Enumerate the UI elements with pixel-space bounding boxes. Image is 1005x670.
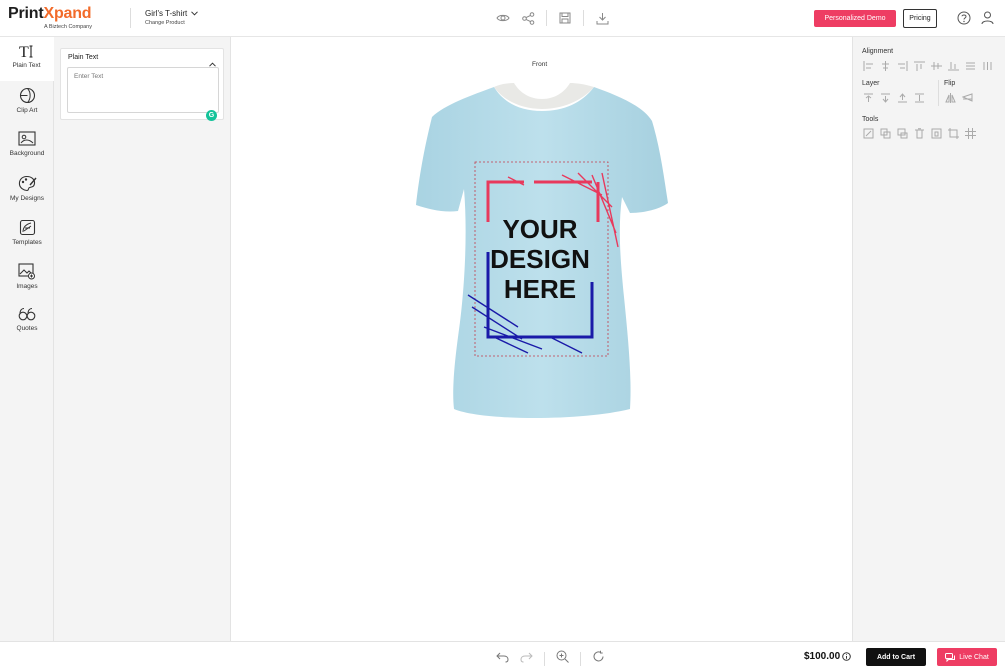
- top-bar: PrintXpand A Biztech Company Girl's T-sh…: [0, 0, 1005, 37]
- share-icon[interactable]: [521, 11, 535, 25]
- duplicate-icon[interactable]: [879, 127, 891, 139]
- tshirt-mockup[interactable]: YOUR DESIGN HERE: [232, 37, 852, 641]
- distribute-v-icon[interactable]: [981, 60, 993, 72]
- crop-icon[interactable]: [947, 127, 959, 139]
- user-icon[interactable]: [981, 11, 994, 30]
- bring-front-icon[interactable]: [862, 92, 874, 104]
- panel-title: Plain Text: [68, 54, 99, 61]
- text-icon: T: [19, 44, 32, 59]
- change-product-link[interactable]: Change Product: [145, 20, 198, 26]
- layer-title: Layer: [862, 80, 880, 87]
- rail-item-clip-art[interactable]: Clip Art: [0, 81, 54, 125]
- divider: [546, 10, 547, 26]
- rail-label: My Designs: [10, 195, 44, 202]
- help-icon[interactable]: [957, 11, 971, 30]
- align-middle-icon[interactable]: [930, 60, 942, 72]
- brand-subtitle: A Biztech Company: [44, 24, 92, 30]
- rail-item-plain-text[interactable]: T Plain Text: [0, 37, 54, 81]
- product-name: Girl's T-shirt: [145, 9, 188, 18]
- live-chat-button[interactable]: Live Chat: [937, 648, 997, 666]
- image-icon: [18, 263, 35, 280]
- tools-row: [862, 127, 976, 139]
- eye-icon[interactable]: [496, 11, 510, 25]
- download-icon[interactable]: [595, 11, 609, 25]
- align-center-h-icon[interactable]: [879, 60, 891, 72]
- group-icon[interactable]: [896, 127, 908, 139]
- align-right-icon[interactable]: [896, 60, 908, 72]
- alignment-title: Alignment: [862, 48, 894, 55]
- divider: [580, 652, 581, 666]
- flip-vertical-icon[interactable]: [961, 92, 973, 104]
- rail-label: Images: [16, 283, 38, 290]
- properties-panel: Alignment Layer Flip Tools: [852, 37, 1005, 641]
- save-icon[interactable]: [558, 11, 572, 25]
- chevron-down-icon: [191, 11, 199, 16]
- rail-label: Templates: [12, 239, 42, 246]
- info-icon[interactable]: [842, 652, 851, 661]
- flip-tools: [944, 92, 973, 104]
- alignment-tools: [862, 60, 993, 72]
- text-panel: Plain Text G: [54, 37, 231, 641]
- plain-text-card: Plain Text G: [60, 48, 224, 121]
- rail-item-templates[interactable]: Templates: [0, 213, 54, 257]
- design-canvas: Front YOUR DESIGN HERE: [232, 37, 852, 641]
- reset-icon[interactable]: [592, 650, 605, 668]
- bring-forward-icon[interactable]: [879, 92, 891, 104]
- design-text-line1: YOUR: [502, 214, 577, 244]
- canvas-controls: [496, 650, 605, 668]
- grammarly-icon[interactable]: G: [206, 110, 217, 121]
- chat-icon: [945, 652, 956, 662]
- live-chat-label: Live Chat: [959, 653, 989, 661]
- flip-title: Flip: [944, 80, 956, 87]
- distribute-h-icon[interactable]: [964, 60, 976, 72]
- divider: [938, 80, 939, 106]
- top-toolbar: [496, 10, 609, 26]
- align-top-icon[interactable]: [913, 60, 925, 72]
- rail-label: Clip Art: [16, 107, 38, 114]
- price-display: $100.00: [804, 651, 851, 662]
- redo-icon[interactable]: [520, 650, 533, 668]
- text-input[interactable]: [67, 67, 219, 113]
- undo-icon[interactable]: [496, 650, 509, 668]
- align-left-icon[interactable]: [862, 60, 874, 72]
- design-text-line3: HERE: [504, 274, 576, 304]
- layer-tools: [862, 92, 925, 104]
- rail-item-images[interactable]: Images: [0, 257, 54, 301]
- left-toolbar: T Plain Text Clip Art Background My Desi…: [0, 37, 54, 641]
- divider: [583, 10, 584, 26]
- rail-label: Quotes: [16, 325, 38, 332]
- rail-item-quotes[interactable]: Quotes: [0, 301, 54, 345]
- flip-horizontal-icon[interactable]: [944, 92, 956, 104]
- rail-label: Background: [9, 150, 45, 157]
- logo[interactable]: PrintXpand A Biztech Company: [8, 5, 92, 30]
- price-value: $100.00: [804, 651, 841, 662]
- delete-icon[interactable]: [913, 127, 925, 139]
- divider: [544, 652, 545, 666]
- edit-icon[interactable]: [862, 127, 874, 139]
- lock-icon[interactable]: [930, 127, 942, 139]
- svg-text:T: T: [19, 44, 29, 59]
- bottom-bar: $100.00 Add to Cart Live Chat: [0, 641, 1005, 670]
- design-text-line2: DESIGN: [490, 244, 590, 274]
- brand-name: PrintXpand: [8, 5, 92, 22]
- add-to-cart-button[interactable]: Add to Cart: [866, 648, 926, 666]
- send-back-icon[interactable]: [913, 92, 925, 104]
- rail-item-background[interactable]: Background: [0, 125, 54, 169]
- palette-icon: [18, 175, 37, 192]
- personalized-demo-button[interactable]: Personalized Demo: [814, 10, 896, 27]
- send-backward-icon[interactable]: [896, 92, 908, 104]
- rail-label: Plain Text: [12, 62, 41, 69]
- templates-icon: [19, 219, 35, 236]
- rail-item-my-designs[interactable]: My Designs: [0, 169, 54, 213]
- grid-icon[interactable]: [964, 127, 976, 139]
- clipart-icon: [19, 87, 35, 104]
- product-selector[interactable]: Girl's T-shirt Change Product: [145, 9, 199, 26]
- divider: [130, 8, 131, 28]
- pricing-button[interactable]: Pricing: [903, 9, 937, 28]
- zoom-in-icon[interactable]: [556, 650, 569, 668]
- quotes-icon: [18, 307, 36, 321]
- background-icon: [18, 131, 36, 146]
- align-bottom-icon[interactable]: [947, 60, 959, 72]
- tools-title: Tools: [862, 116, 879, 123]
